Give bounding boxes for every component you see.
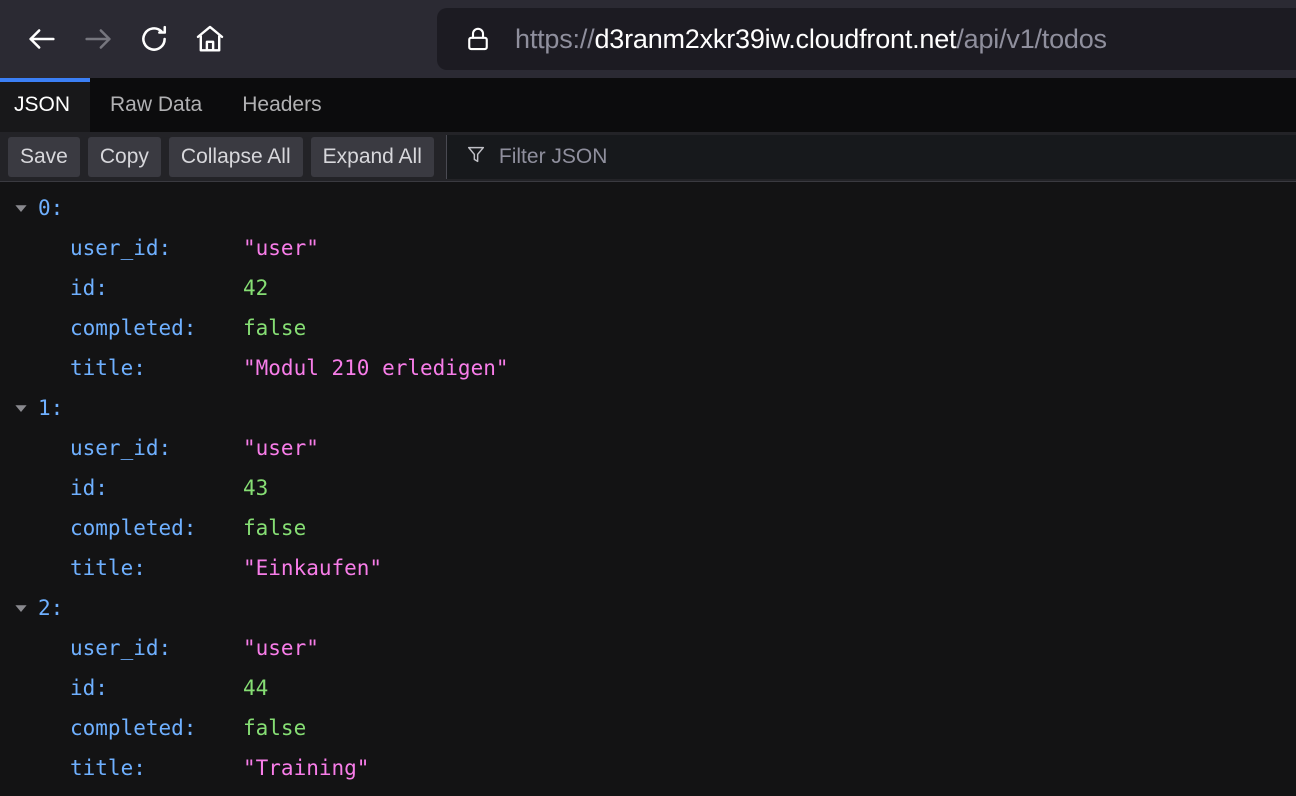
json-value: "Modul 210 erledigen" <box>243 356 509 380</box>
json-node-header[interactable]: 0: <box>0 188 1296 228</box>
arrow-left-icon <box>29 29 55 49</box>
json-value: false <box>243 516 307 540</box>
json-node-header[interactable]: 1: <box>0 388 1296 428</box>
json-value: "user" <box>243 436 319 460</box>
json-property-row[interactable]: id: 42 <box>0 268 1296 308</box>
filter-json-input[interactable] <box>498 144 1296 169</box>
browser-toolbar: https://d3ranm2xkr39iw.cloudfront.net/ap… <box>0 0 1296 78</box>
arrow-right-icon <box>85 29 111 49</box>
json-property-row[interactable]: id: 44 <box>0 668 1296 708</box>
json-node: 0: user_id: "user" id: 42 completed: fal… <box>0 188 1296 388</box>
json-node-index: 0: <box>38 196 64 220</box>
json-node: 2: user_id: "user" id: 44 completed: fal… <box>0 588 1296 788</box>
back-button[interactable] <box>14 11 70 67</box>
home-icon <box>196 25 224 52</box>
json-key: completed: <box>70 516 197 540</box>
json-node-index: 2: <box>38 596 64 620</box>
tab-headers[interactable]: Headers <box>222 78 341 132</box>
json-key: title: <box>70 556 146 580</box>
json-value: false <box>243 716 307 740</box>
chevron-down-icon[interactable] <box>10 599 32 617</box>
json-content-panel[interactable]: 0: user_id: "user" id: 42 completed: fal… <box>0 182 1296 796</box>
json-node-index: 1: <box>38 396 64 420</box>
home-button[interactable] <box>182 11 238 67</box>
url-host: d3ranm2xkr39iw.cloudfront.net <box>594 23 957 54</box>
json-property-row[interactable]: title: "Einkaufen" <box>0 548 1296 588</box>
json-property-row[interactable]: title: "Modul 210 erledigen" <box>0 348 1296 388</box>
tab-json-label: JSON <box>14 93 71 116</box>
chevron-down-icon[interactable] <box>10 199 32 217</box>
json-value: "Training" <box>243 756 370 780</box>
json-key: completed: <box>70 716 197 740</box>
tab-raw-data[interactable]: Raw Data <box>90 78 222 132</box>
json-property-row[interactable]: id: 43 <box>0 468 1296 508</box>
tab-headers-label: Headers <box>242 93 322 116</box>
json-property-row[interactable]: user_id: "user" <box>0 628 1296 668</box>
address-bar[interactable]: https://d3ranm2xkr39iw.cloudfront.net/ap… <box>437 8 1296 70</box>
json-key: user_id: <box>70 636 172 660</box>
json-key: completed: <box>70 316 197 340</box>
json-key: id: <box>70 476 108 500</box>
collapse-all-button[interactable]: Collapse All <box>168 136 303 177</box>
lock-icon <box>463 24 493 54</box>
json-viewer-tabs: JSON Raw Data Headers <box>0 78 1296 132</box>
reload-icon <box>142 25 167 51</box>
reload-button[interactable] <box>126 11 182 67</box>
json-key: id: <box>70 276 108 300</box>
copy-button[interactable]: Copy <box>87 136 161 177</box>
expand-all-button[interactable]: Expand All <box>310 136 434 177</box>
json-value: 43 <box>243 476 269 500</box>
json-toolbar: Save Copy Collapse All Expand All <box>0 132 1296 182</box>
json-node-header[interactable]: 2: <box>0 588 1296 628</box>
forward-button[interactable] <box>70 11 126 67</box>
json-node: 1: user_id: "user" id: 43 completed: fal… <box>0 388 1296 588</box>
json-property-row[interactable]: user_id: "user" <box>0 428 1296 468</box>
navigation-buttons <box>0 11 238 67</box>
json-value: false <box>243 316 307 340</box>
json-property-row[interactable]: title: "Training" <box>0 748 1296 788</box>
url-text: https://d3ranm2xkr39iw.cloudfront.net/ap… <box>515 24 1107 55</box>
json-value: "Einkaufen" <box>243 556 383 580</box>
url-path: /api/v1/todos <box>956 23 1107 54</box>
filter-json-field[interactable] <box>445 134 1296 179</box>
chevron-down-icon[interactable] <box>10 399 32 417</box>
json-property-row[interactable]: completed: false <box>0 308 1296 348</box>
json-property-row[interactable]: completed: false <box>0 708 1296 748</box>
json-key: title: <box>70 756 146 780</box>
json-value: "user" <box>243 236 319 260</box>
filter-icon <box>465 143 487 170</box>
json-key: id: <box>70 676 108 700</box>
json-value: 44 <box>243 676 269 700</box>
json-property-row[interactable]: user_id: "user" <box>0 228 1296 268</box>
url-scheme: https:// <box>515 23 595 54</box>
json-key: user_id: <box>70 436 172 460</box>
tab-raw-data-label: Raw Data <box>110 93 203 116</box>
save-button[interactable]: Save <box>8 136 80 177</box>
tab-json[interactable]: JSON <box>0 78 91 132</box>
json-key: user_id: <box>70 236 172 260</box>
json-property-row[interactable]: completed: false <box>0 508 1296 548</box>
json-key: title: <box>70 356 146 380</box>
json-value: "user" <box>243 636 319 660</box>
json-value: 42 <box>243 276 269 300</box>
